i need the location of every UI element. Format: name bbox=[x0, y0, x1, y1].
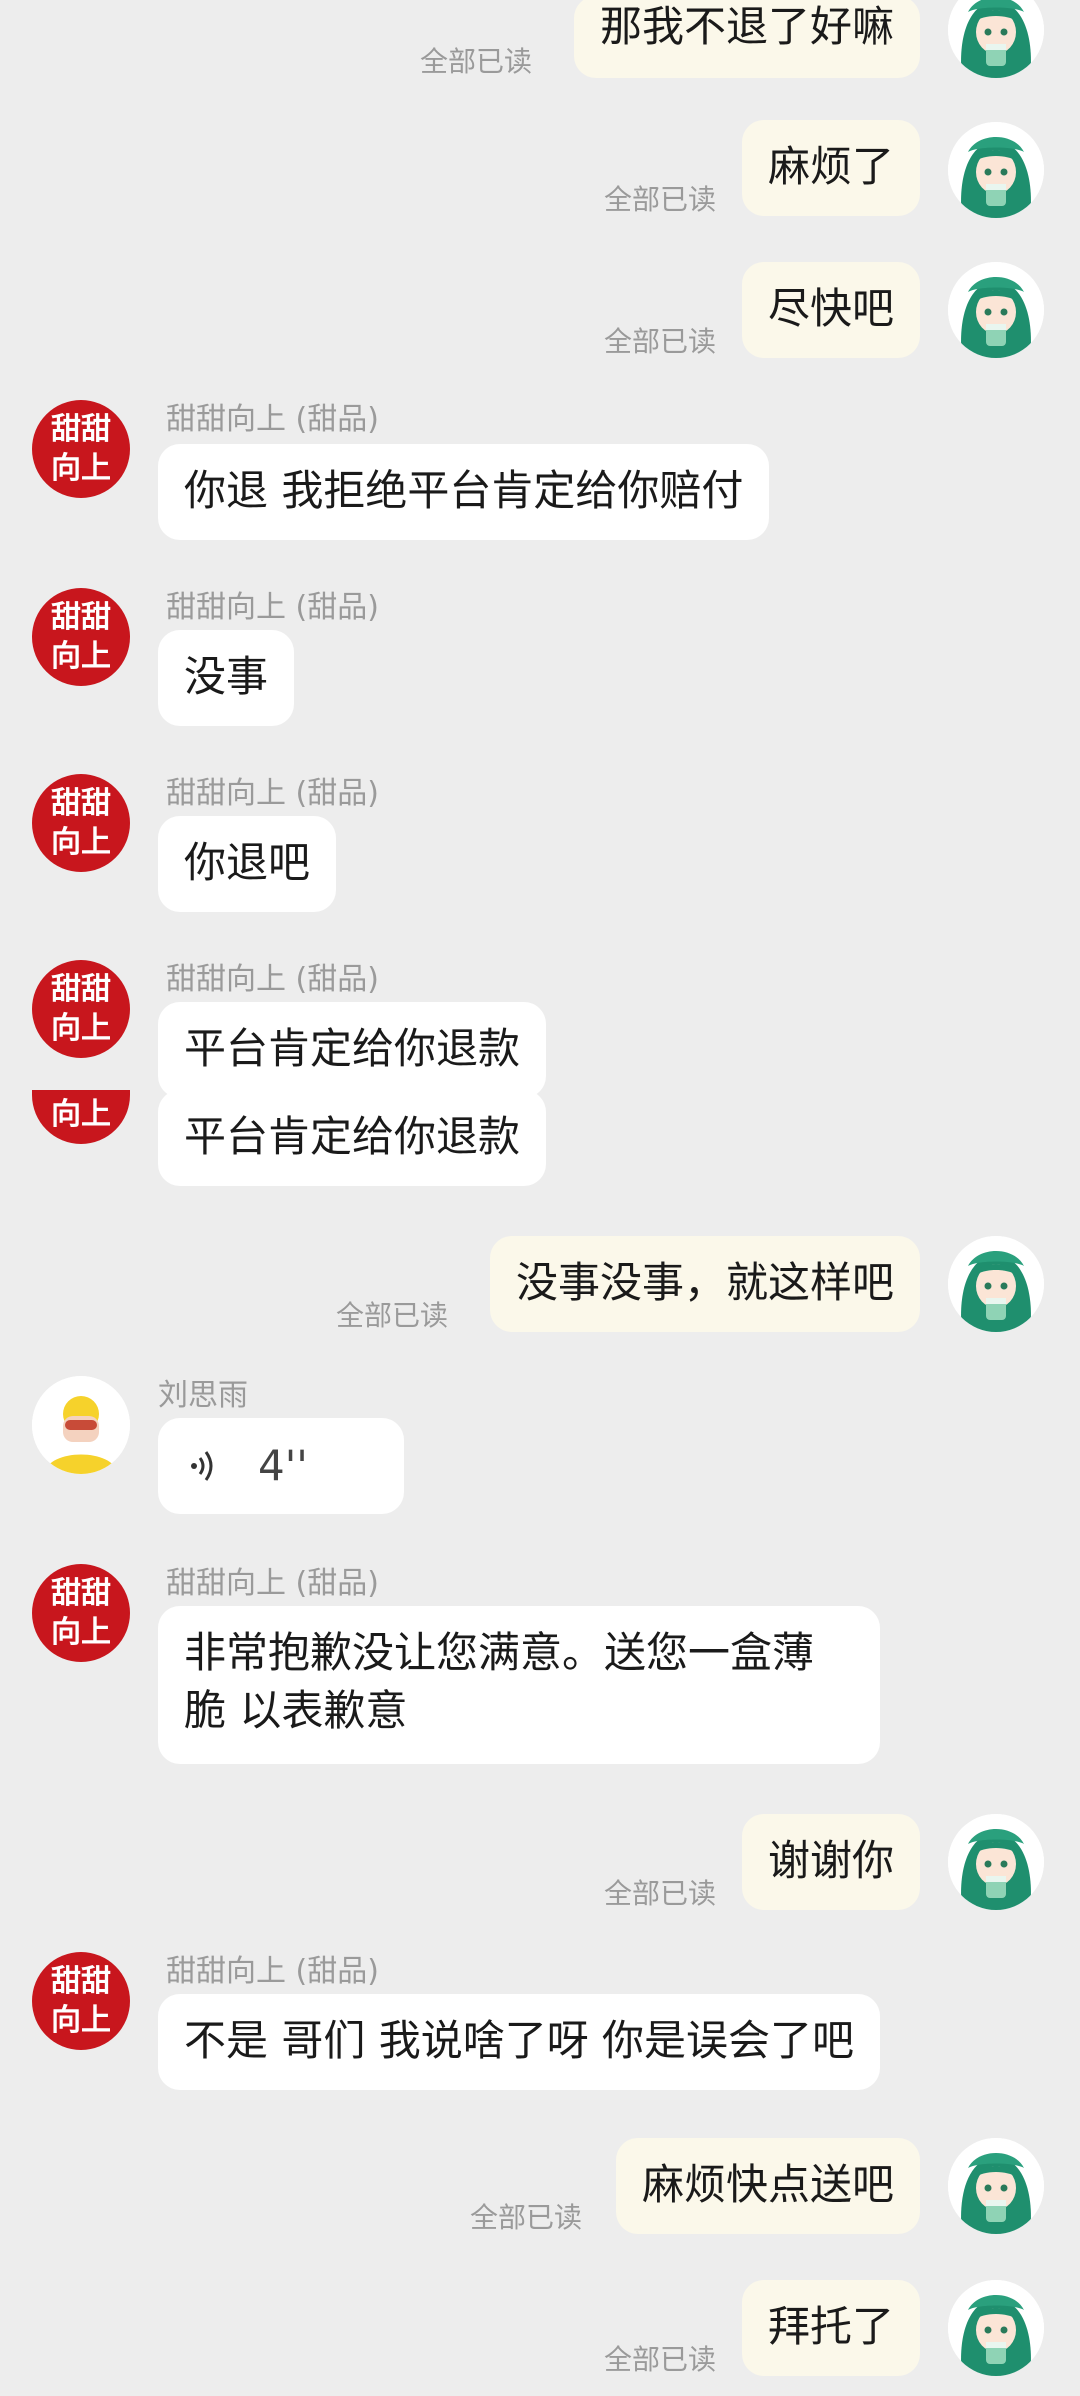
read-status: 全部已读 bbox=[335, 1299, 448, 1332]
shop-avatar[interactable]: 甜甜 向上 bbox=[32, 1952, 130, 2050]
user-avatar[interactable] bbox=[948, 1814, 1044, 1910]
message-bubble[interactable]: 不是 哥们 我说啥了呀 你是误会了吧 bbox=[158, 1994, 881, 2090]
sender-name: 甜甜向上 (甜品) bbox=[166, 1566, 379, 1601]
sender-name: 甜甜向上 (甜品) bbox=[166, 402, 379, 437]
message-bubble[interactable]: 没事 bbox=[158, 630, 295, 726]
read-status: 全部已读 bbox=[603, 2343, 716, 2376]
voice-message[interactable]: 4'' bbox=[158, 1418, 404, 1514]
read-status: 全部已读 bbox=[603, 1877, 716, 1910]
contact-avatar[interactable] bbox=[32, 1376, 130, 1474]
shop-avatar[interactable]: 甜甜 向上 bbox=[32, 774, 130, 872]
user-avatar[interactable] bbox=[948, 122, 1044, 218]
shop-avatar[interactable]: 向上 bbox=[32, 1090, 130, 1144]
sender-name: 甜甜向上 (甜品) bbox=[166, 1954, 379, 1989]
user-avatar[interactable] bbox=[948, 262, 1044, 358]
message-bubble[interactable]: 麻烦快点送吧 bbox=[615, 2138, 920, 2234]
user-avatar[interactable] bbox=[948, 2138, 1044, 2234]
message-bubble[interactable]: 麻烦了 bbox=[741, 120, 920, 216]
sender-name: 刘思雨 bbox=[158, 1378, 248, 1413]
read-status: 全部已读 bbox=[419, 45, 532, 78]
sender-name: 甜甜向上 (甜品) bbox=[166, 962, 379, 997]
message-bubble[interactable]: 你退 我拒绝平台肯定给你赔付 bbox=[158, 444, 770, 540]
message-bubble[interactable]: 谢谢你 bbox=[741, 1814, 920, 1910]
user-avatar[interactable] bbox=[948, 1236, 1044, 1332]
user-avatar[interactable] bbox=[948, 0, 1044, 78]
shop-avatar[interactable]: 甜甜 向上 bbox=[32, 1564, 130, 1662]
message-bubble[interactable]: 你退吧 bbox=[158, 816, 337, 912]
sender-name: 甜甜向上 (甜品) bbox=[166, 776, 379, 811]
voice-duration: 4'' bbox=[258, 1441, 308, 1490]
read-status: 全部已读 bbox=[603, 183, 716, 216]
voice-icon bbox=[191, 1451, 213, 1481]
read-status: 全部已读 bbox=[603, 325, 716, 358]
message-bubble[interactable]: 拜托了 bbox=[741, 2280, 920, 2376]
sender-name: 甜甜向上 (甜品) bbox=[166, 590, 379, 625]
message-bubble[interactable]: 尽快吧 bbox=[741, 262, 920, 358]
message-bubble[interactable]: 那我不退了好嘛 bbox=[573, 0, 920, 78]
message-bubble[interactable]: 平台肯定给你退款 bbox=[158, 1090, 547, 1186]
shop-avatar[interactable]: 甜甜 向上 bbox=[32, 960, 130, 1058]
message-bubble[interactable]: 平台肯定给你退款 bbox=[158, 1002, 547, 1098]
message-bubble[interactable]: 非常抱歉没让您满意。送您一盒薄脆 以表歉意 bbox=[158, 1606, 880, 1764]
user-avatar[interactable] bbox=[948, 2280, 1044, 2376]
shop-avatar[interactable]: 甜甜 向上 bbox=[32, 400, 130, 498]
shop-avatar[interactable]: 甜甜 向上 bbox=[32, 588, 130, 686]
message-bubble[interactable]: 没事没事，就这样吧 bbox=[489, 1236, 920, 1332]
read-status: 全部已读 bbox=[469, 2201, 582, 2234]
